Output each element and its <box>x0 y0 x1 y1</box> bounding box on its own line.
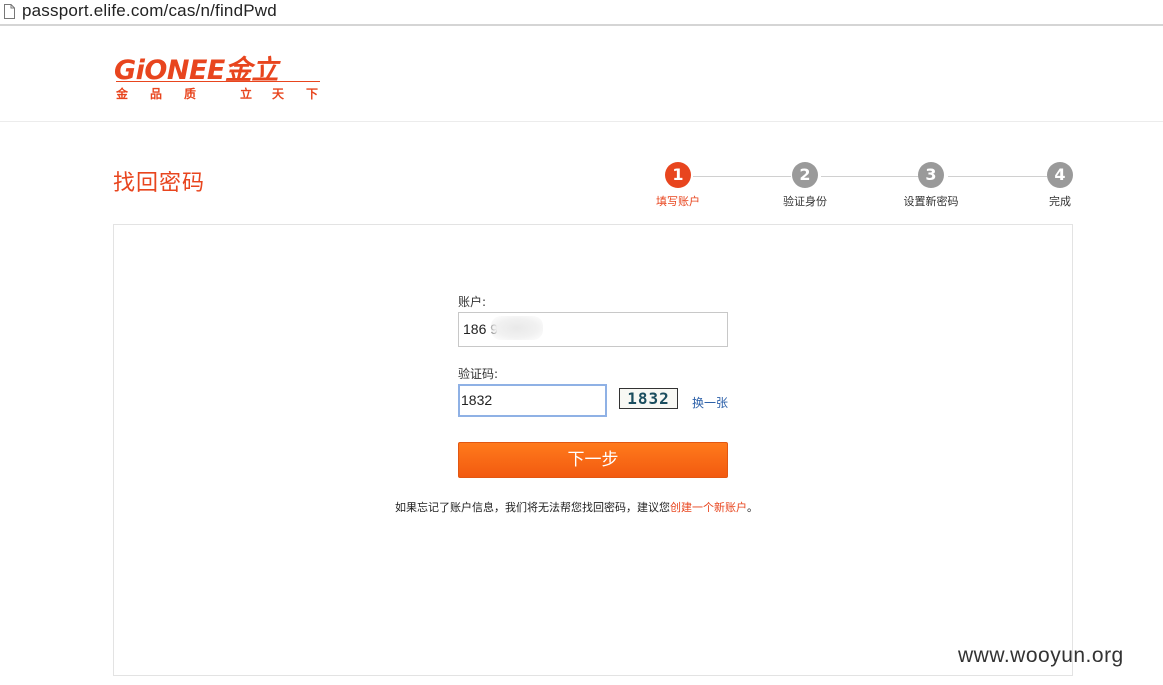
step-indicator: 1 填写账户 2 验证身份 3 设置新密码 4 完成 <box>640 162 1080 212</box>
captcha-image[interactable]: 1832 <box>619 388 678 409</box>
step-label: 完成 <box>1049 195 1071 208</box>
page-icon <box>4 4 15 19</box>
hint-text: 如果忘记了账户信息，我们将无法帮您找回密码，建议您创建一个新账户。 <box>395 499 758 515</box>
step-2: 2 验证身份 <box>765 162 845 209</box>
url-text[interactable]: passport.elife.com/cas/n/findPwd <box>22 1 277 21</box>
create-account-link[interactable]: 创建一个新账户 <box>670 501 747 514</box>
step-label: 填写账户 <box>656 195 700 208</box>
address-bar[interactable]: passport.elife.com/cas/n/findPwd <box>0 0 1163 26</box>
hint-suffix: 。 <box>747 501 758 514</box>
account-label: 账户: <box>458 295 487 309</box>
hint-prefix: 如果忘记了账户信息，我们将无法帮您找回密码，建议您 <box>395 501 670 514</box>
refresh-captcha-link[interactable]: 换一张 <box>692 394 728 411</box>
step-4: 4 完成 <box>1020 162 1100 209</box>
captcha-label: 验证码: <box>458 367 499 381</box>
logo-divider <box>116 81 320 82</box>
slogan-char: 下 <box>306 87 319 101</box>
step-label: 验证身份 <box>783 195 827 208</box>
captcha-input[interactable]: 1832 <box>458 384 607 417</box>
slogan-char: 品 <box>150 87 163 101</box>
step-label: 设置新密码 <box>903 195 959 208</box>
gionee-logo[interactable]: GiONEE金立 金 品 质 立 天 下 <box>114 48 324 104</box>
slogan-char: 立 <box>240 87 253 101</box>
page-title: 找回密码 <box>113 171 206 196</box>
redaction-blur <box>491 316 543 340</box>
step-3: 3 设置新密码 <box>891 162 971 209</box>
slogan-char: 金 <box>116 87 129 101</box>
step-number: 3 <box>918 162 944 188</box>
next-step-button[interactable]: 下一步 <box>458 442 728 478</box>
slogan-char: 质 <box>184 87 197 101</box>
step-number: 4 <box>1047 162 1073 188</box>
site-header: GiONEE金立 金 品 质 立 天 下 <box>0 26 1163 122</box>
step-1: 1 填写账户 <box>638 162 718 209</box>
step-number: 2 <box>792 162 818 188</box>
step-number: 1 <box>665 162 691 188</box>
slogan-char: 天 <box>272 87 285 101</box>
watermark: www.wooyun.org <box>958 644 1124 667</box>
